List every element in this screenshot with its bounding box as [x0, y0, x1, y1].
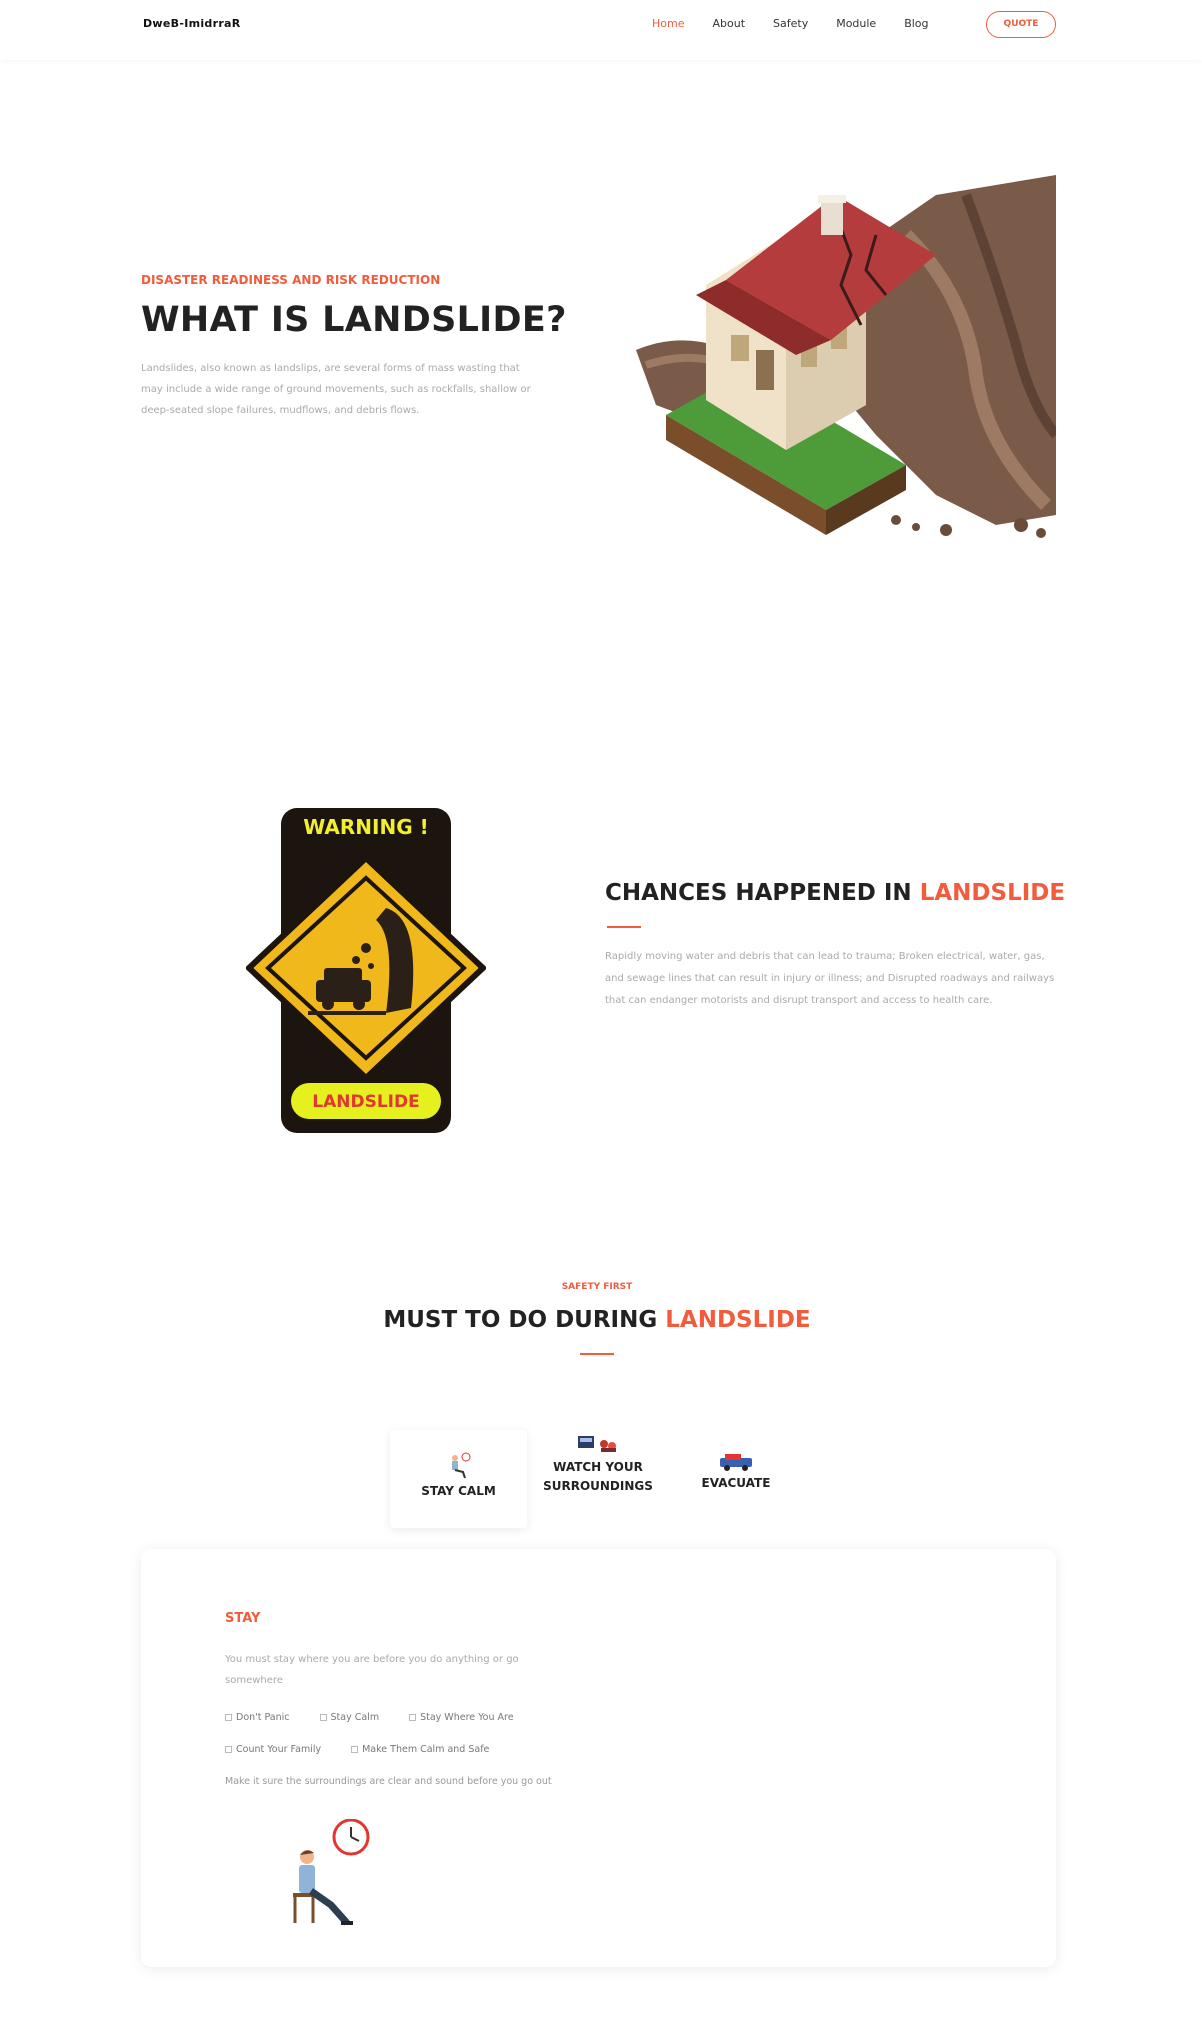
quote-button[interactable]: QUOTE [986, 11, 1056, 38]
check-item[interactable]: Stay Calm [319, 1712, 380, 1723]
tab-stay-calm[interactable]: STAY CALM [390, 1430, 527, 1528]
card-description: You must stay where you are before you d… [225, 1654, 519, 1686]
check-label: Stay Where You Are [420, 1712, 514, 1723]
check-item[interactable]: Stay Where You Are [409, 1712, 514, 1723]
tab-watch-label-line1: WATCH YOUR [553, 1460, 643, 1474]
safety-title: MUST TO DO DURING LANDSLIDE [0, 1307, 1194, 1333]
checkbox-icon[interactable] [225, 1746, 232, 1753]
hero-title: WHAT IS LANDSLIDE? [141, 300, 567, 340]
stay-content-card: STAY You must stay where you are before … [141, 1549, 1056, 1967]
tab-watch-surroundings[interactable]: WATCH YOUR SURROUNDINGS [534, 1430, 662, 1528]
top-navbar: DweB-ImidrraR Home About Safety Module B… [0, 0, 1202, 60]
nav-link-home[interactable]: Home [652, 17, 684, 30]
check-item[interactable]: Count Your Family [225, 1744, 321, 1755]
chances-title-prefix: CHANCES HAPPENED IN [605, 880, 920, 906]
check-label: Don't Panic [236, 1712, 290, 1723]
hero-description: Landslides, also known as landslips, are… [141, 363, 531, 416]
tab-stay-calm-label: STAY CALM [421, 1484, 496, 1498]
nav-link-about[interactable]: About [712, 17, 745, 30]
checkbox-icon[interactable] [225, 1714, 232, 1721]
check-label: Stay Calm [330, 1712, 380, 1723]
card-heading: STAY [225, 1611, 261, 1626]
checklist-row-2: Count Your Family Make Them Calm and Saf… [225, 1744, 519, 1755]
tab-watch-label-line2: SURROUNDINGS [543, 1479, 653, 1493]
person-sitting-with-clock-illustration [293, 1819, 370, 1926]
tab-evacuate[interactable]: EVACUATE [672, 1430, 800, 1528]
checklist-row-1: Don't Panic Stay Calm Stay Where You Are [225, 1712, 544, 1723]
chances-divider [607, 926, 641, 928]
safety-title-prefix: MUST TO DO DURING [383, 1307, 666, 1333]
hero-eyebrow: DISASTER READINESS AND RISK REDUCTION [141, 273, 441, 287]
evacuate-vehicle-icon [720, 1454, 752, 1471]
warning-top-text: WARNING ! [303, 815, 428, 839]
safety-eyebrow: SAFETY FIRST [561, 1282, 633, 1292]
checkbox-icon[interactable] [409, 1714, 417, 1721]
check-item[interactable]: Make Them Calm and Safe [351, 1744, 489, 1755]
brand-logo[interactable]: DweB-ImidrraR [143, 17, 241, 30]
nav-link-module[interactable]: Module [836, 17, 876, 30]
nav-link-blog[interactable]: Blog [904, 17, 928, 30]
sitting-person-icon [451, 1452, 470, 1479]
check-label: Count Your Family [236, 1744, 322, 1755]
surroundings-icon [578, 1436, 616, 1452]
safety-divider [580, 1353, 614, 1355]
card-note: Make it sure the surroundings are clear … [225, 1776, 552, 1787]
checkbox-icon[interactable] [319, 1714, 327, 1721]
nav-links: Home About Safety Module Blog [652, 17, 957, 30]
warning-bottom-text: LANDSLIDE [312, 1092, 419, 1112]
check-item[interactable]: Don't Panic [225, 1712, 290, 1723]
landslide-warning-sign: WARNING ! LANDSLIDE [246, 808, 486, 1133]
checkbox-icon[interactable] [351, 1746, 359, 1753]
landslide-house-illustration [636, 175, 1056, 538]
chances-description: Rapidly moving water and debris that can… [605, 951, 1055, 1006]
check-label: Make Them Calm and Safe [362, 1744, 490, 1755]
safety-title-accent: LANDSLIDE [665, 1307, 811, 1333]
chances-title: CHANCES HAPPENED IN LANDSLIDE [605, 880, 1065, 906]
nav-link-safety[interactable]: Safety [773, 17, 808, 30]
chances-title-accent: LANDSLIDE [919, 880, 1066, 906]
tab-evacuate-label: EVACUATE [701, 1476, 771, 1490]
